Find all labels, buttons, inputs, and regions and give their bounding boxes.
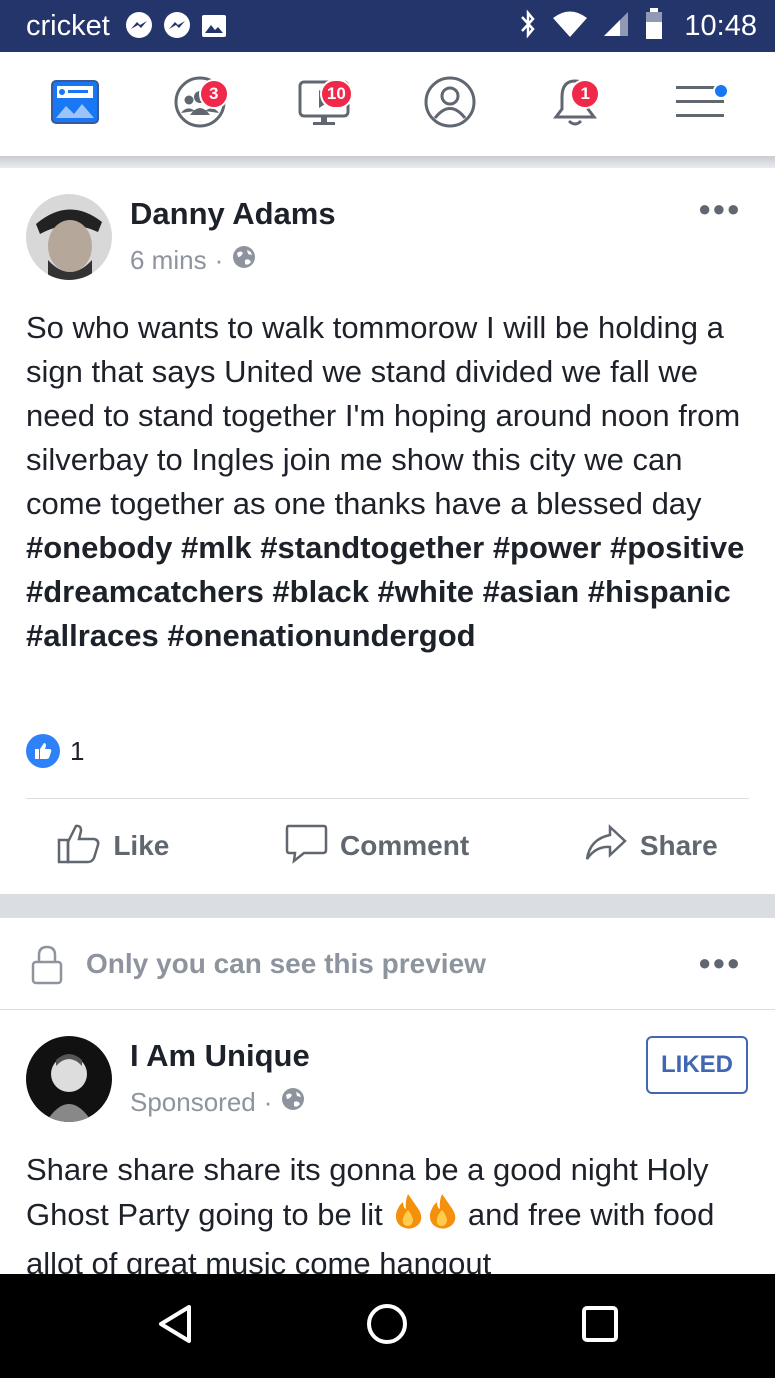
back-icon[interactable] bbox=[155, 1303, 195, 1350]
globe-icon bbox=[280, 1086, 306, 1119]
post-author-name[interactable]: Danny Adams bbox=[130, 196, 336, 232]
sponsor-name[interactable]: I Am Unique bbox=[130, 1038, 310, 1074]
preview-notice-bar: Only you can see this preview ●●● bbox=[0, 918, 775, 1010]
like-button[interactable]: Like bbox=[57, 822, 169, 871]
globe-icon bbox=[231, 244, 257, 277]
preview-options-button[interactable]: ●●● bbox=[698, 950, 741, 976]
post-hashtags[interactable]: #onebody #mlk #standtogether #power #pos… bbox=[26, 530, 744, 653]
gallery-icon bbox=[200, 12, 228, 40]
friends-badge: 3 bbox=[198, 79, 229, 109]
meta-separator: · bbox=[214, 245, 224, 275]
post-text: So who wants to walk tommorow I will be … bbox=[26, 310, 741, 521]
menu-notification-dot bbox=[713, 83, 730, 99]
like-reaction-icon bbox=[26, 734, 60, 768]
clock: 10:48 bbox=[684, 9, 757, 42]
sponsor-avatar[interactable] bbox=[26, 1036, 112, 1122]
nav-news-feed[interactable] bbox=[40, 69, 110, 139]
post-divider bbox=[26, 798, 749, 799]
fire-icon bbox=[391, 1192, 425, 1242]
messenger-icon bbox=[162, 11, 192, 41]
android-nav-bar bbox=[0, 1274, 775, 1378]
reaction-summary[interactable]: 1 bbox=[26, 734, 84, 768]
fire-icon bbox=[425, 1192, 459, 1242]
watch-badge: 10 bbox=[319, 79, 353, 109]
lock-icon bbox=[30, 944, 64, 991]
profile-icon bbox=[423, 75, 477, 134]
share-button[interactable]: Share bbox=[584, 823, 718, 870]
feed-separator bbox=[0, 894, 775, 918]
sponsored-post: I Am Unique Sponsored · LIKED Share shar… bbox=[0, 1010, 775, 1274]
post-meta: 6 mins · bbox=[130, 244, 257, 277]
post-body: So who wants to walk tommorow I will be … bbox=[26, 306, 751, 658]
comment-label: Comment bbox=[340, 830, 470, 861]
nav-shadow bbox=[0, 156, 775, 168]
meta-separator: · bbox=[263, 1087, 273, 1117]
preview-notice-text: Only you can see this preview bbox=[86, 948, 486, 979]
liked-button[interactable]: LIKED bbox=[646, 1036, 748, 1094]
post-options-button[interactable]: ●●● bbox=[698, 196, 741, 222]
post-actions: Like Comment Share bbox=[0, 808, 775, 884]
carrier-name: cricket bbox=[26, 9, 110, 42]
battery-icon bbox=[644, 7, 664, 45]
post-time[interactable]: 6 mins bbox=[130, 245, 207, 276]
signal-icon bbox=[602, 10, 630, 43]
feed-post: Danny Adams 6 mins · ●●● So who wants to… bbox=[0, 168, 775, 894]
nav-friends[interactable]: 3 bbox=[165, 69, 235, 139]
status-bar: cricket 10:48 bbox=[0, 0, 775, 52]
notifications-badge: 1 bbox=[570, 79, 601, 109]
sponsor-meta: Sponsored · bbox=[130, 1086, 306, 1119]
bluetooth-icon bbox=[518, 9, 538, 44]
home-icon[interactable] bbox=[365, 1302, 409, 1351]
nav-notifications[interactable]: 1 bbox=[540, 69, 610, 139]
thumbs-up-icon bbox=[57, 822, 101, 871]
comment-icon bbox=[284, 822, 328, 871]
share-label: Share bbox=[639, 830, 718, 861]
news-feed-icon bbox=[50, 78, 100, 131]
like-label: Like bbox=[113, 830, 170, 861]
share-icon bbox=[584, 823, 628, 870]
avatar[interactable] bbox=[26, 194, 112, 280]
wifi-icon bbox=[552, 9, 588, 44]
top-nav-bar: 3 10 1 bbox=[0, 52, 775, 156]
sponsored-label: Sponsored bbox=[130, 1087, 256, 1117]
nav-profile[interactable] bbox=[415, 69, 485, 139]
recents-icon[interactable] bbox=[580, 1304, 620, 1349]
sponsored-body: Share share share its gonna be a good ni… bbox=[26, 1148, 751, 1274]
reaction-count: 1 bbox=[70, 735, 85, 766]
messenger-icon bbox=[124, 11, 154, 41]
nav-menu[interactable] bbox=[665, 69, 735, 139]
comment-button[interactable]: Comment bbox=[284, 822, 469, 871]
nav-watch[interactable]: 10 bbox=[290, 69, 360, 139]
